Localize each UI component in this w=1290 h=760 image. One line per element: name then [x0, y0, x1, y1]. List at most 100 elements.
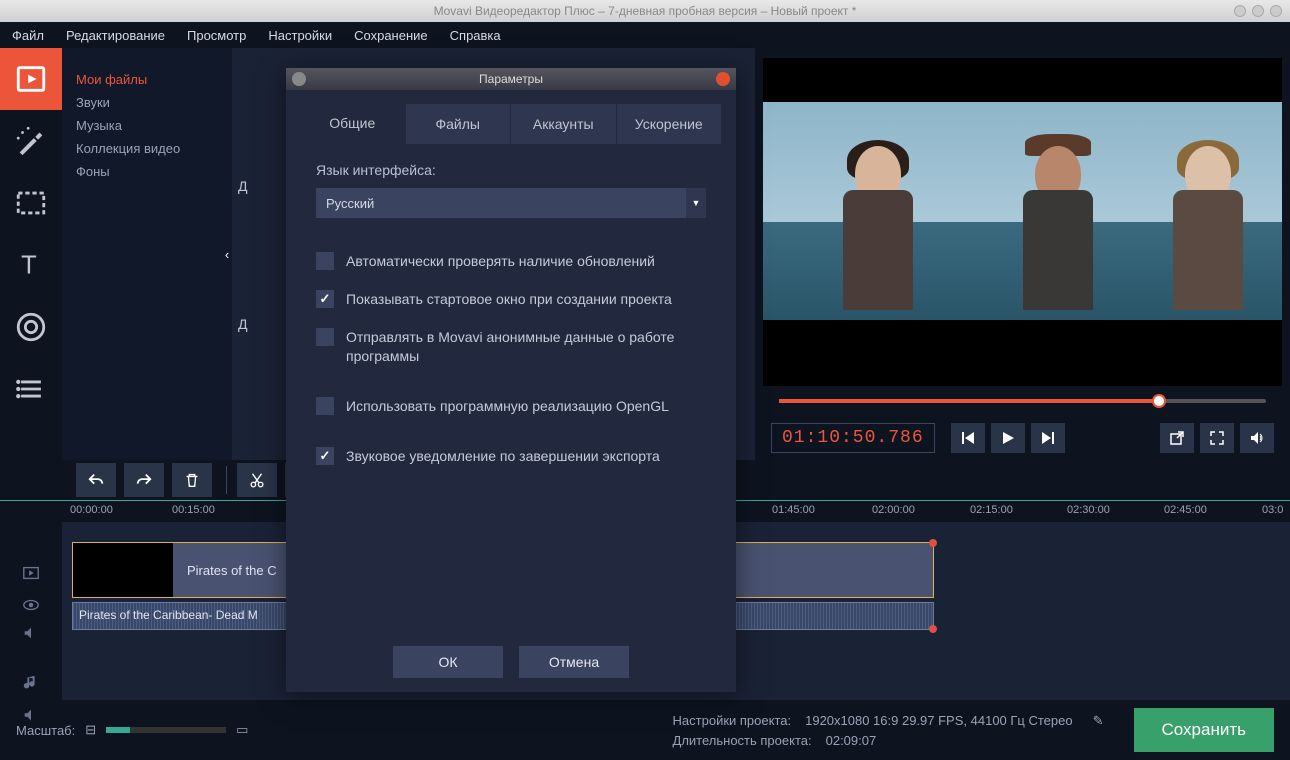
import-item-sounds[interactable]: Звуки — [76, 91, 218, 114]
zoom-out-icon[interactable]: ⊟ — [85, 722, 96, 738]
preferences-dialog: Параметры Общие Файлы Аккаунты Ускорение… — [286, 68, 736, 692]
svg-text:T: T — [21, 252, 37, 280]
ruler-tick: 00:00:00 — [70, 504, 113, 516]
track-headers — [0, 522, 62, 700]
delete-button[interactable] — [172, 463, 212, 497]
visibility-icon[interactable] — [21, 596, 41, 614]
zoom-fit-icon[interactable]: ▭ — [236, 722, 248, 738]
menu-settings[interactable]: Настройки — [268, 28, 332, 43]
close-button[interactable] — [1270, 5, 1282, 17]
audio-clip-label: Pirates of the Caribbean- Dead M — [79, 608, 258, 622]
video-preview[interactable] — [763, 58, 1282, 386]
checkbox-label: Использовать программную реализацию Open… — [346, 397, 669, 415]
ruler-tick: 01:45:00 — [772, 504, 815, 516]
tab-accounts[interactable]: Аккаунты — [511, 104, 617, 144]
ok-button[interactable]: ОК — [393, 646, 503, 678]
ruler-tick: 02:00:00 — [872, 504, 915, 516]
status-bar: Масштаб: ⊟ ▭ Настройки проекта: 1920x108… — [0, 700, 1290, 760]
window-titlebar: Movavi Видеоредактор Плюс – 7-дневная пр… — [0, 0, 1290, 22]
checkbox-label: Автоматически проверять наличие обновлен… — [346, 252, 655, 270]
timecode-display: 01:10:50.786 — [771, 423, 935, 453]
tool-titles[interactable]: T — [0, 234, 62, 296]
content-hint-2: Д — [238, 316, 247, 332]
ruler-tick: 02:30:00 — [1067, 504, 1110, 516]
clip-end-marker[interactable] — [929, 539, 937, 547]
menu-view[interactable]: Просмотр — [187, 28, 246, 43]
undo-button[interactable] — [76, 463, 116, 497]
import-item-myfiles[interactable]: Мои файлы — [76, 68, 218, 91]
checkbox-show-start[interactable] — [316, 290, 334, 308]
play-button[interactable] — [991, 423, 1025, 453]
ruler-tick: 02:45:00 — [1164, 504, 1207, 516]
language-value: Русский — [326, 196, 374, 211]
cancel-button[interactable]: Отмена — [519, 646, 629, 678]
volume-button[interactable] — [1240, 423, 1274, 453]
tool-import[interactable] — [0, 48, 62, 110]
preview-panel: 01:10:50.786 — [755, 48, 1290, 460]
cut-button[interactable] — [237, 463, 277, 497]
video-track-icon[interactable] — [21, 564, 41, 582]
dialog-tabs: Общие Файлы Аккаунты Ускорение — [300, 104, 722, 144]
scrub-bar[interactable] — [763, 386, 1282, 416]
checkbox-label: Отправлять в Movavi анонимные данные о р… — [346, 328, 706, 364]
minimize-button[interactable] — [1234, 5, 1246, 17]
menu-bar: Файл Редактирование Просмотр Настройки С… — [0, 22, 1290, 48]
tab-acceleration[interactable]: Ускорение — [617, 104, 723, 144]
dialog-close-button[interactable] — [716, 72, 730, 86]
save-button[interactable]: Сохранить — [1134, 708, 1274, 752]
player-controls: 01:10:50.786 — [763, 416, 1282, 460]
popout-button[interactable] — [1160, 423, 1194, 453]
clip-label: Pirates of the C — [173, 563, 291, 578]
dropdown-arrow-icon: ▼ — [686, 188, 706, 218]
tool-transitions[interactable] — [0, 172, 62, 234]
ruler-tick: 02:15:00 — [970, 504, 1013, 516]
tab-files[interactable]: Файлы — [406, 104, 512, 144]
tool-filters[interactable] — [0, 110, 62, 172]
tool-more[interactable] — [0, 358, 62, 420]
checkbox-sound-notify[interactable] — [316, 447, 334, 465]
zoom-label: Масштаб: — [16, 723, 75, 738]
edit-project-settings-icon[interactable]: ✎ — [1093, 713, 1104, 729]
checkbox-send-anon[interactable] — [316, 328, 334, 346]
import-item-backgrounds[interactable]: Фоны — [76, 160, 218, 183]
preview-frame — [763, 102, 1282, 320]
import-panel: Мои файлы Звуки Музыка Коллекция видео Ф… — [62, 48, 232, 460]
language-label: Язык интерфейса: — [316, 162, 706, 178]
dialog-titlebar[interactable]: Параметры — [286, 68, 736, 90]
redo-button[interactable] — [124, 463, 164, 497]
dialog-menu-button[interactable] — [292, 72, 306, 86]
project-settings-label: Настройки проекта: — [673, 713, 792, 729]
project-duration-value: 02:09:07 — [826, 733, 877, 748]
language-dropdown[interactable]: Русский ▼ — [316, 188, 706, 218]
menu-file[interactable]: Файл — [12, 28, 44, 43]
scrub-knob[interactable] — [1152, 394, 1166, 408]
window-title: Movavi Видеоредактор Плюс – 7-дневная пр… — [434, 4, 857, 18]
checkbox-software-opengl[interactable] — [316, 397, 334, 415]
import-item-music[interactable]: Музыка — [76, 114, 218, 137]
menu-help[interactable]: Справка — [450, 28, 501, 43]
dialog-title: Параметры — [479, 72, 543, 86]
import-item-videocollection[interactable]: Коллекция видео — [76, 137, 218, 160]
ruler-tick: 03:0 — [1262, 504, 1283, 516]
audio-track-icon[interactable] — [21, 624, 41, 642]
next-button[interactable] — [1031, 423, 1065, 453]
checkbox-label: Звуковое уведомление по завершении экспо… — [346, 447, 660, 465]
project-settings-value: 1920x1080 16:9 29.97 FPS, 44100 Гц Стере… — [805, 713, 1073, 729]
menu-save[interactable]: Сохранение — [354, 28, 428, 43]
music-track-icon[interactable] — [21, 674, 41, 692]
project-duration-label: Длительность проекта: — [673, 733, 812, 748]
tool-stickers[interactable] — [0, 296, 62, 358]
tool-sidebar: T — [0, 48, 62, 460]
zoom-slider[interactable] — [106, 727, 226, 733]
content-hint-1: Д — [238, 178, 247, 194]
checkbox-label: Показывать стартовое окно при создании п… — [346, 290, 672, 308]
prev-button[interactable] — [951, 423, 985, 453]
fullscreen-button[interactable] — [1200, 423, 1234, 453]
ruler-tick: 00:15:00 — [172, 504, 215, 516]
checkbox-auto-update[interactable] — [316, 252, 334, 270]
clip-end-marker[interactable] — [929, 625, 937, 633]
menu-edit[interactable]: Редактирование — [66, 28, 165, 43]
tab-general[interactable]: Общие — [300, 104, 406, 144]
clip-thumbnail — [73, 543, 173, 597]
maximize-button[interactable] — [1252, 5, 1264, 17]
